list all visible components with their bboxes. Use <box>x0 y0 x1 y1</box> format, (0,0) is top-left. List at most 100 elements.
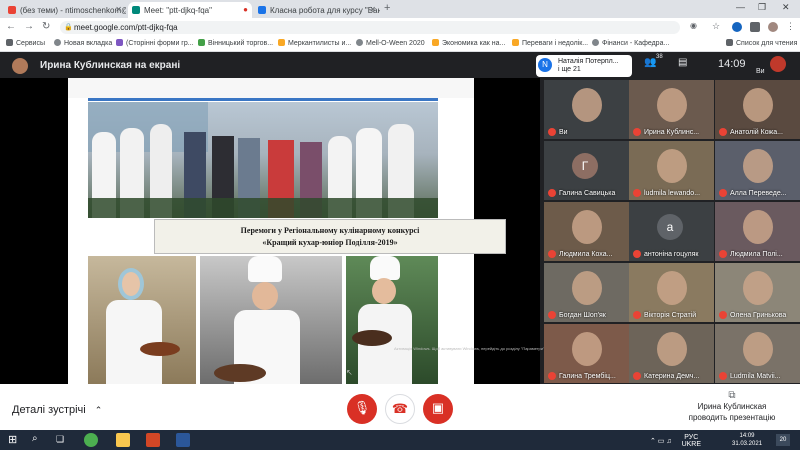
participant-tile[interactable]: Людмила Коха... <box>544 202 629 261</box>
participant-initial: а <box>657 214 683 240</box>
url-bar[interactable]: 🔒 meet.google.com/ptt-djkq-fqa <box>60 21 680 34</box>
profile-avatar-icon[interactable] <box>768 22 778 32</box>
windows-activation-watermark: Активація Windows. Щоб активувати Window… <box>394 346 546 351</box>
my-avatar[interactable] <box>770 56 786 72</box>
bookmark-item[interactable]: Экономика как на... <box>432 39 505 47</box>
muted-mic-icon <box>548 372 556 380</box>
bookmark-item[interactable]: Вінницький торгов... <box>198 39 273 47</box>
participant-grid: Ви Ирина Кублинс... Анатолій Кожа... Г Галин… <box>544 80 800 384</box>
forward-icon[interactable]: → <box>24 21 34 32</box>
system-tray[interactable]: ⌃ ▭ ♫ РУС UKRE <box>650 434 701 448</box>
meeting-details-button[interactable]: Деталі зустрічі ⌃ <box>12 404 102 416</box>
maximize-icon[interactable]: ❐ <box>758 2 766 13</box>
language-indicator[interactable]: РУС UKRE <box>682 434 701 448</box>
recording-dot-icon[interactable]: ● <box>243 5 248 14</box>
bookmark-item[interactable]: Сервисы <box>6 39 45 47</box>
participant-video <box>743 149 773 183</box>
participant-tile[interactable]: Вікторія Стратій <box>629 263 714 322</box>
participant-tile[interactable]: а антоніна гоцуляк <box>629 202 714 261</box>
people-icon[interactable]: 👥 <box>644 57 656 68</box>
speaker-indicator[interactable]: N Наталія Потерпл... і ще 21 <box>536 55 632 77</box>
participant-tile[interactable]: Людмила Полі... <box>715 202 800 261</box>
chef-photo-3 <box>346 256 438 384</box>
participant-tile[interactable]: ludmila lewando... <box>629 141 714 200</box>
back-icon[interactable]: ← <box>6 21 16 32</box>
minimize-icon[interactable]: — <box>736 2 745 12</box>
windows-start-icon[interactable]: ⊞ <box>8 433 17 446</box>
tab-classroom[interactable]: Класна робота для курсу "Бан ✕ <box>254 2 380 18</box>
muted-mic-icon <box>548 311 556 319</box>
camera-off-button[interactable]: ▣ <box>423 394 453 424</box>
muted-mic-icon <box>633 372 641 380</box>
bookmark-item[interactable]: Новая вкладка <box>54 39 112 47</box>
gmail-icon <box>8 6 16 14</box>
participant-initial: Г <box>572 153 598 179</box>
mouse-cursor-icon: ↖ <box>346 368 353 377</box>
participant-video <box>743 210 773 244</box>
presenting-info[interactable]: ⧉ Ирина Кублинская проводить презентацію <box>672 390 792 423</box>
participant-tile[interactable]: Алла Переведе... <box>715 141 800 200</box>
tab-gmail[interactable]: (без теми) - ntimoschenkom@g ✕ <box>4 2 126 18</box>
participant-name: Галина Трембіц... <box>559 373 616 380</box>
meeting-clock: 14:09 <box>718 58 746 70</box>
participant-tile[interactable]: Ирина Кублинс... <box>629 80 714 139</box>
close-window-icon[interactable]: ✕ <box>782 2 790 13</box>
leave-call-button[interactable]: ☎ <box>385 394 415 424</box>
presenter-bar: Ирина Кублинская на екрані <box>0 52 540 78</box>
tray-icons: ⌃ ▭ ♫ <box>650 438 672 445</box>
participant-tile[interactable]: Олена Гринькова <box>715 263 800 322</box>
participant-video <box>743 88 773 122</box>
camera-icon[interactable]: ◉ <box>690 21 697 30</box>
extensions-puzzle-icon[interactable] <box>750 22 760 32</box>
bookmark-item[interactable]: Мell-O-Ween 2020 <box>356 39 425 47</box>
participant-tile[interactable]: Г Галина Савицька <box>544 141 629 200</box>
bookmark-item[interactable]: Переваги і недолік... <box>512 39 588 47</box>
bookmark-star-icon[interactable]: ☆ <box>712 21 720 32</box>
reading-list[interactable]: Список для чтения <box>726 39 797 47</box>
muted-mic-icon <box>719 128 727 136</box>
extension-icon[interactable] <box>732 22 742 32</box>
muted-mic-icon <box>719 311 727 319</box>
bookmarks-bar: Сервисы Новая вкладка (Сторінні форми гр… <box>0 36 800 52</box>
chrome-icon[interactable] <box>84 433 98 447</box>
muted-mic-icon <box>633 250 641 258</box>
microphone-off-button[interactable]: 🎙 <box>347 394 377 424</box>
presenter-title: Ирина Кублинская на екрані <box>40 60 181 71</box>
word-icon[interactable] <box>176 433 190 447</box>
hang-up-icon: ☎ <box>391 401 409 416</box>
search-icon[interactable]: ⌕ <box>32 433 38 444</box>
globe-icon <box>592 39 599 46</box>
participant-tile[interactable]: Анатолій Кожа... <box>715 80 800 139</box>
presentation-slide: Перемоги у Регіональному кулінарному кон… <box>68 78 506 384</box>
close-tab-icon[interactable]: ✕ <box>369 5 376 14</box>
notification-badge[interactable]: 20 <box>776 434 790 446</box>
bookmark-item[interactable]: Меркантилисты и... <box>278 39 351 47</box>
reload-icon[interactable]: ↻ <box>42 21 50 32</box>
participant-tile[interactable]: Катерина Демч... <box>629 324 714 383</box>
participant-tile[interactable]: Ви <box>544 80 629 139</box>
participant-tile[interactable]: Галина Трембіц... <box>544 324 629 383</box>
muted-mic-icon <box>633 311 641 319</box>
taskbar-clock[interactable]: 14:09 31.03.2021 <box>732 432 762 448</box>
powerpoint-icon[interactable] <box>146 433 160 447</box>
meet-window: Ирина Кублинская на екрані Перемоги у Ре… <box>0 52 800 450</box>
participant-name: Ирина Кублинс... <box>644 129 700 136</box>
participant-video <box>657 88 687 122</box>
speaker-avatar: N <box>538 58 552 72</box>
chat-icon[interactable]: ▤ <box>678 57 687 68</box>
presenter-avatar <box>12 58 28 74</box>
slide-caption: Перемоги у Регіональному кулінарному кон… <box>154 219 506 254</box>
menu-dots-icon[interactable]: ⋮ <box>786 21 795 32</box>
participant-video <box>572 210 602 244</box>
participant-tile[interactable]: Богдан Шоп'як <box>544 263 629 322</box>
file-explorer-icon[interactable] <box>116 433 130 447</box>
participant-tile[interactable]: Ludmila Matvii... <box>715 324 800 383</box>
task-view-icon[interactable]: ❏ <box>56 434 64 445</box>
bookmark-item[interactable]: (Сторінні форми гр... <box>116 39 194 47</box>
tab-meet[interactable]: Meet: "ptt-djkq-fqa" ● <box>128 2 252 18</box>
close-tab-icon[interactable]: ✕ <box>115 5 122 14</box>
muted-mic-icon <box>548 128 556 136</box>
forms-icon <box>116 39 123 46</box>
bookmark-item[interactable]: Фінанси - Кафедра... <box>592 39 669 47</box>
new-tab-button[interactable]: + <box>384 2 390 14</box>
